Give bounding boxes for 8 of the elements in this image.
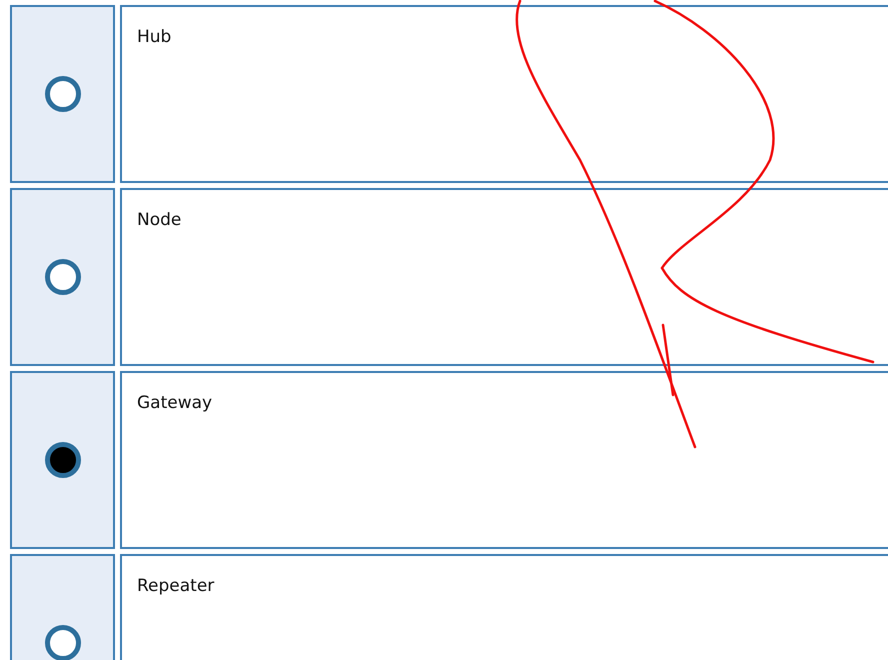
option-label: Hub bbox=[137, 27, 172, 47]
radio-button[interactable] bbox=[44, 442, 80, 478]
radio-button[interactable] bbox=[44, 625, 80, 660]
option-label: Gateway bbox=[137, 393, 212, 413]
option-label: Node bbox=[137, 210, 182, 230]
option-label: Repeater bbox=[137, 576, 214, 596]
radio-button[interactable] bbox=[44, 259, 80, 295]
radio-button[interactable] bbox=[44, 76, 80, 112]
